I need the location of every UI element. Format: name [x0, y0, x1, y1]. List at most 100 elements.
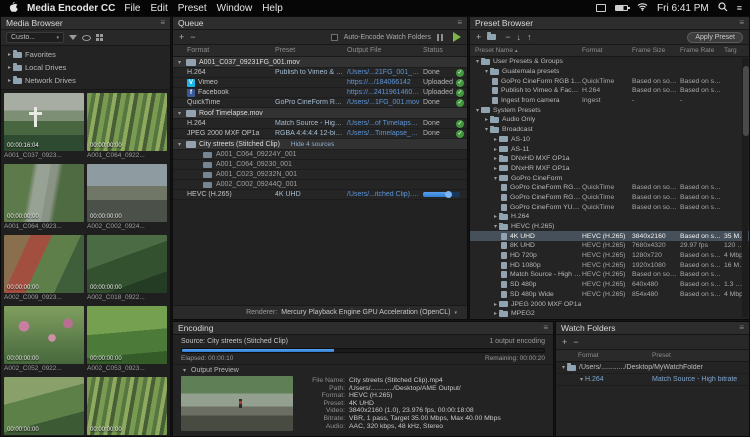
preset-folder-row[interactable]: ▾User Presets & Groups	[470, 57, 749, 67]
disclosure-icon[interactable]: ▾	[176, 141, 183, 148]
disclosure-icon[interactable]: ▾	[474, 107, 481, 114]
queue-output-row[interactable]: H.264Publish to Vimeo & Face.../Users/..…	[173, 68, 467, 78]
battery-icon[interactable]	[615, 5, 628, 11]
queue-output-row[interactable]: JPEG 2000 MXF OP1aRGBA 4:4:4:4 12-bit SE…	[173, 129, 467, 139]
add-folder-icon[interactable]: +	[562, 338, 567, 347]
menu-item-file[interactable]: File	[124, 3, 140, 14]
queue-group-row[interactable]: ▾City streets (Stitched Clip)Hide 4 sour…	[173, 139, 467, 150]
pause-queue-button[interactable]	[437, 34, 443, 41]
preset-row[interactable]: Match Source - High BitrateHEVC (H.265)B…	[470, 270, 749, 280]
column-header-targ[interactable]: Targ	[724, 47, 749, 54]
import-icon[interactable]: ↓	[517, 33, 522, 42]
disclosure-icon[interactable]: ▾	[483, 68, 490, 75]
panel-menu-icon[interactable]: ≡	[457, 19, 462, 27]
preset-folder-row[interactable]: ▸DNxHD MXF OP1a	[470, 154, 749, 164]
preset-row[interactable]: SD 480p WideHEVC (H.265)854x480Based on …	[470, 290, 749, 300]
preset-row[interactable]: GoPro CineForm RGB 12-bit with alpha (Al…	[470, 76, 749, 86]
output-file-link[interactable]: https://...24119614602283	[347, 89, 423, 96]
queue-group-row[interactable]: ▾Roof Timelapse.mov	[173, 108, 467, 119]
spotlight-search-icon[interactable]	[718, 2, 728, 15]
tab-queue[interactable]: Queue	[178, 18, 204, 28]
media-clip[interactable]: 00:00:00:00A002_C052_0922...	[4, 306, 84, 374]
queue-source-row[interactable]: A001_C064_09230_001	[173, 160, 467, 170]
media-clip[interactable]: 00:00:00:00A002_C018_0922...	[87, 235, 167, 303]
watch-folder-row[interactable]: ▾/Users/............/Desktop/MyWatchFold…	[556, 362, 749, 374]
tab-watch-folders[interactable]: Watch Folders	[561, 323, 615, 333]
preset-folder-row[interactable]: ▾GoPro CineForm	[470, 173, 749, 183]
disclosure-icon[interactable]: ▾	[560, 364, 567, 371]
preset-scrollbar[interactable]	[742, 58, 748, 317]
preset-folder-row[interactable]: ▸Audio Only	[470, 115, 749, 125]
queue-output-row[interactable]: H.264Match Source - High bitr.../Users/.…	[173, 119, 467, 129]
display-status-icon[interactable]	[596, 4, 606, 12]
watch-output-row[interactable]: ▾H.264Match Source - High bitrate	[556, 374, 749, 386]
app-menu-title[interactable]: Media Encoder CC	[27, 3, 115, 14]
add-output-icon[interactable]: +	[179, 33, 184, 42]
preset-row[interactable]: HD 1080pHEVC (H.265)1920x1080Based on so…	[470, 260, 749, 270]
disclosure-icon[interactable]: ▾	[492, 175, 499, 182]
new-group-icon[interactable]	[487, 34, 496, 40]
media-tree-item[interactable]: ▸Local Drives	[1, 61, 170, 74]
column-header-status[interactable]: Status	[423, 47, 467, 54]
column-header-format[interactable]: Format	[578, 352, 652, 359]
disclosure-icon[interactable]: ▾	[492, 223, 499, 230]
disclosure-icon[interactable]: ▾	[176, 110, 183, 117]
queue-source-row[interactable]: A001_C064_09224Y_001	[173, 150, 467, 160]
preset-row[interactable]: Ingest from cameraIngest--	[470, 96, 749, 106]
tab-preset-browser[interactable]: Preset Browser	[475, 18, 533, 28]
preset-folder-row[interactable]: ▾Broadcast	[470, 125, 749, 135]
remove-icon[interactable]: −	[573, 338, 578, 347]
menu-item-edit[interactable]: Edit	[150, 3, 167, 14]
thumbnail-view-icon[interactable]	[96, 34, 103, 41]
column-header-output-file[interactable]: Output File	[347, 47, 423, 54]
disclosure-icon[interactable]: ▸	[492, 136, 499, 143]
clock[interactable]: Fri 6:41 PM	[657, 3, 709, 14]
output-file-link[interactable]: /Users/...1FG_001.mov	[347, 99, 423, 106]
media-clip[interactable]: 00:00:00:00A001_C064_0922...	[87, 93, 167, 161]
preset-row[interactable]: 4K UHDHEVC (H.265)3840x2160Based on sour…	[470, 231, 749, 241]
remove-icon[interactable]: −	[190, 33, 195, 42]
disclosure-icon[interactable]: ▸	[492, 301, 499, 308]
disclosure-icon[interactable]: ▸	[492, 165, 499, 172]
disclosure-icon[interactable]: ▸	[6, 64, 13, 71]
preset-link[interactable]: GoPro CineForm RGB 12-b...	[275, 99, 347, 106]
column-header-preset[interactable]: Preset	[275, 47, 347, 54]
disclosure-icon[interactable]: ▸	[6, 51, 13, 58]
media-clip[interactable]: 00:00:16:04A001_C037_0923...	[4, 93, 84, 161]
auto-encode-checkbox[interactable]	[331, 34, 338, 41]
column-header-frame-rate[interactable]: Frame Rate	[680, 47, 724, 54]
output-file-link[interactable]: /Users/...of Timelapse.mp4	[347, 120, 423, 127]
filter-icon[interactable]	[69, 35, 77, 40]
panel-menu-icon[interactable]: ≡	[543, 324, 548, 332]
preset-link[interactable]: RGBA 4:4:4:4 12-bit SE...	[275, 130, 347, 137]
preset-row[interactable]: GoPro CineForm YUV 10-bitQuickTimeBased …	[470, 202, 749, 212]
preset-link[interactable]: Publish to Vimeo & Face...	[275, 69, 347, 76]
preset-folder-row[interactable]: ▸JPEG 2000 MXF OP1a	[470, 299, 749, 309]
apple-menu-icon[interactable]	[8, 1, 18, 16]
disclosure-icon[interactable]: ▸	[6, 77, 13, 84]
output-file-link[interactable]: https://.../184066142	[347, 79, 423, 86]
panel-menu-icon[interactable]: ≡	[739, 324, 744, 332]
preset-folder-row[interactable]: ▸MPEG2	[470, 309, 749, 319]
media-clip[interactable]: 00:00:00:00A002_C002_0924...	[87, 164, 167, 232]
output-file-link[interactable]: /Users/...itched Clip).mp4	[347, 191, 423, 198]
start-queue-button[interactable]	[453, 32, 461, 42]
media-clip[interactable]: 00:00:00:00A002_C053_0923...	[87, 306, 167, 374]
column-header-format[interactable]: Format	[187, 47, 275, 54]
preset-folder-row[interactable]: ▾Guatemala presets	[470, 67, 749, 77]
disclosure-icon[interactable]: ▾	[176, 59, 183, 66]
preset-link[interactable]: Match Source - High bitr...	[275, 120, 347, 127]
disclosure-icon[interactable]: ▸	[492, 155, 499, 162]
tab-encoding[interactable]: Encoding	[178, 323, 213, 333]
panel-menu-icon[interactable]: ≡	[739, 19, 744, 27]
preset-row[interactable]: GoPro CineForm RGB 12-bit with alphaQuic…	[470, 183, 749, 193]
queue-source-row[interactable]: A001_C023_09232N_001	[173, 170, 467, 180]
menu-item-window[interactable]: Window	[217, 3, 253, 14]
queue-output-row[interactable]: HEVC (H.265)4K UHD/Users/...itched Clip)…	[173, 190, 467, 200]
disclosure-icon[interactable]: ▸	[492, 146, 499, 153]
hide-sources-link[interactable]: Hide 4 sources	[291, 141, 334, 148]
preset-row[interactable]: SD 480pHEVC (H.265)640x480Based on sourc…	[470, 280, 749, 290]
tab-media-browser[interactable]: Media Browser	[6, 18, 63, 28]
menu-item-help[interactable]: Help	[262, 3, 283, 14]
media-clip[interactable]: 00:00:00:00	[4, 377, 84, 436]
